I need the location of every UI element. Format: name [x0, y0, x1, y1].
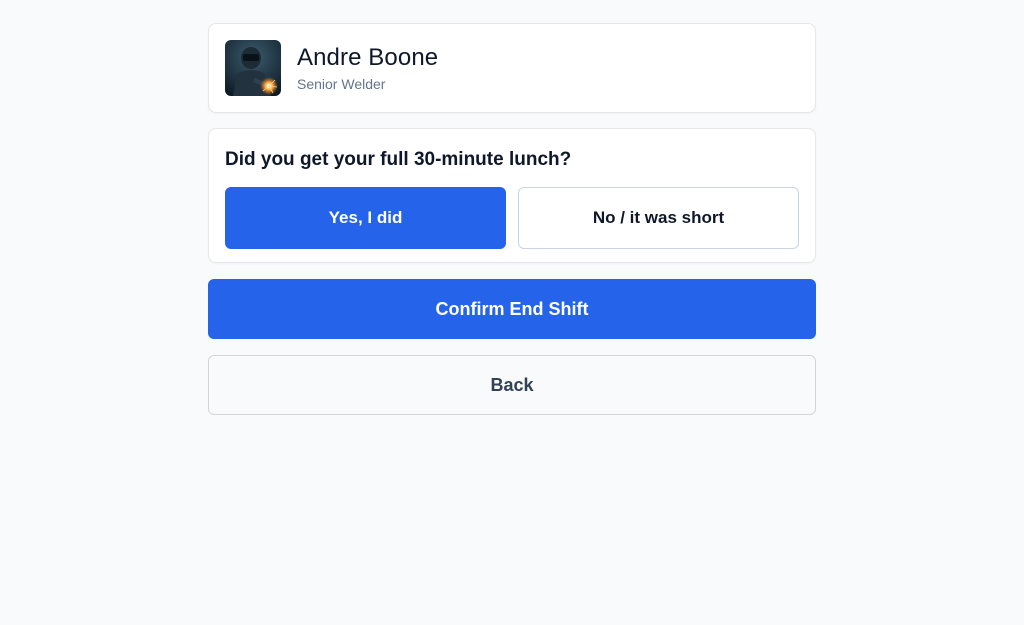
confirm-end-shift-button[interactable]: Confirm End Shift — [208, 279, 816, 339]
employee-card: Andre Boone Senior Welder — [208, 23, 816, 113]
avatar — [225, 40, 281, 96]
employee-info: Andre Boone Senior Welder — [297, 43, 438, 93]
lunch-question: Did you get your full 30-minute lunch? — [225, 149, 572, 170]
lunch-question-card: Did you get your full 30-minute lunch? Y… — [208, 128, 816, 263]
welder-photo-icon — [225, 40, 281, 96]
back-button[interactable]: Back — [208, 355, 816, 415]
no-button[interactable]: No / it was short — [518, 187, 799, 249]
employee-role: Senior Welder — [297, 76, 386, 92]
yes-button[interactable]: Yes, I did — [225, 187, 506, 249]
end-shift-panel: Andre Boone Senior Welder Did you get yo… — [208, 23, 816, 415]
lunch-choices: Yes, I did No / it was short — [225, 187, 799, 249]
employee-name: Andre Boone — [297, 44, 439, 71]
